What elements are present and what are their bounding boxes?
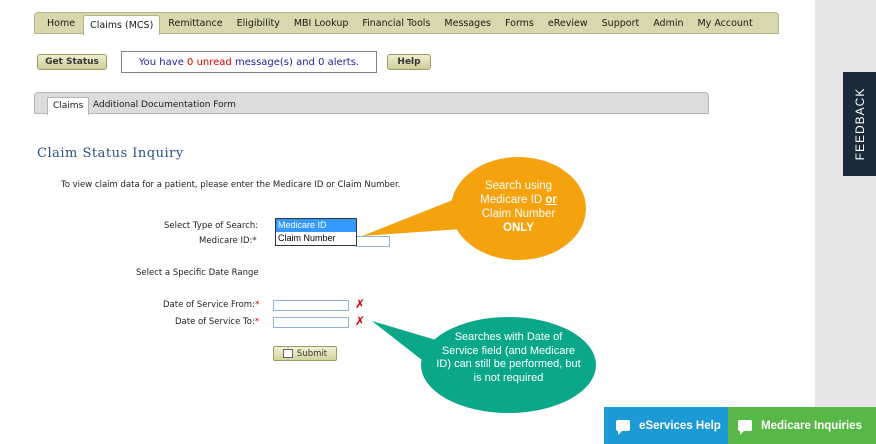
orange-callout: Search using Medicare ID or Claim Number… [451,157,586,260]
eservices-help-button[interactable]: eServices Help [604,407,728,444]
chat-bubble-icon [738,420,752,435]
feedback-label: FEEDBACK [852,87,867,161]
medicare-inquiries-button[interactable]: Medicare Inquiries [728,407,876,444]
callout-pointers [362,194,476,371]
teal-callout: Searches with Date of Service field (and… [421,317,596,413]
medicare-inquiries-label: Medicare Inquiries [761,419,862,432]
orange-callout-text: Search using Medicare ID or Claim Number… [480,180,557,234]
chat-bubble-icon [616,420,630,435]
right-gutter [815,0,876,444]
feedback-tab[interactable]: FEEDBACK [843,72,876,176]
main-panel: Home Claims (MCS) Remittance Eligibility… [0,0,815,444]
teal-callout-text: Searches with Date of Service field (and… [436,331,581,384]
eservices-help-label: eServices Help [639,419,721,432]
